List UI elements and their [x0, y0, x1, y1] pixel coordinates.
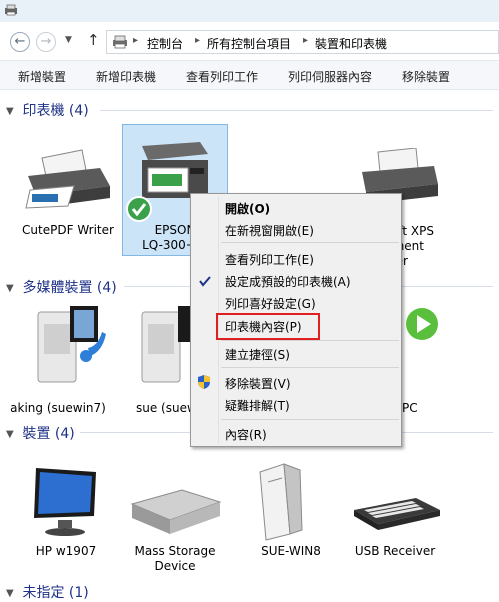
- device-label: PC: [402, 401, 418, 415]
- menu-item-see-print-jobs[interactable]: 查看列印工作(E): [225, 251, 314, 268]
- forward-arrow-icon: →: [40, 34, 52, 49]
- add-printer-button[interactable]: 新增印表機: [96, 68, 156, 85]
- media-player-icon: [406, 308, 438, 340]
- menu-item-troubleshoot[interactable]: 疑難排解(T): [225, 397, 290, 414]
- group-divider: [402, 286, 493, 287]
- device-label: USB Receiver: [354, 544, 436, 558]
- media-server-icon: [141, 306, 192, 383]
- device-label: SUE-WIN8: [261, 544, 321, 558]
- group-divider: [80, 432, 190, 433]
- up-arrow-icon[interactable]: ↑: [87, 31, 100, 49]
- menu-item-open[interactable]: 開啟(O): [225, 200, 270, 217]
- device-label: CutePDF Writer: [22, 223, 114, 237]
- breadcrumb-separator-icon: ▸: [303, 35, 309, 46]
- device-label: sue (suew: [136, 401, 192, 415]
- address-bar[interactable]: ▸ 控制台 ▸ 所有控制台項目 ▸ 裝置和印表機: [106, 30, 499, 54]
- see-print-jobs-button[interactable]: 查看列印工作: [186, 68, 258, 85]
- menu-item-open-new-window[interactable]: 在新視窗開啟(E): [225, 222, 314, 239]
- media-device-aking[interactable]: aking (suewin7): [10, 300, 120, 420]
- group-header-printers[interactable]: ▼ 印表機 (4): [6, 100, 89, 120]
- menu-item-properties[interactable]: 內容(R): [225, 426, 267, 443]
- menu-item-set-default-printer[interactable]: 設定成預設的印表機(A): [225, 273, 351, 290]
- printer-app-icon: [5, 4, 17, 16]
- device-mass-storage[interactable]: Mass Storage Device: [122, 458, 228, 578]
- remove-device-button[interactable]: 移除裝置: [402, 68, 450, 85]
- annotation-highlight-box: [216, 313, 320, 340]
- group-title: 未指定 (1): [22, 585, 89, 601]
- breadcrumb-devices-printers[interactable]: 裝置和印表機: [315, 35, 387, 52]
- collapse-chevron-icon: ▼: [6, 282, 14, 294]
- breadcrumb-all-items[interactable]: 所有控制台項目: [207, 35, 291, 52]
- device-label: Device: [154, 559, 196, 573]
- collapse-chevron-icon: ▼: [6, 587, 14, 599]
- back-arrow-icon: ←: [14, 34, 26, 49]
- media-device-pc[interactable]: PC: [402, 300, 442, 420]
- device-label: aking (suewin7): [10, 401, 106, 415]
- device-sue-win8[interactable]: SUE-WIN8: [238, 458, 344, 562]
- hard-drive-icon: [130, 489, 222, 534]
- group-title: 多媒體裝置 (4): [22, 280, 117, 296]
- breadcrumb-control-panel[interactable]: 控制台: [147, 35, 183, 52]
- device-label: Mass Storage: [134, 544, 216, 558]
- shield-icon: [198, 375, 210, 389]
- printer-cutepdf[interactable]: CutePDF Writer: [16, 130, 120, 240]
- group-title: 印表機 (4): [22, 103, 89, 119]
- breadcrumb-separator-icon: ▸: [195, 35, 201, 46]
- media-server-icon: [37, 306, 106, 383]
- checkmark-icon: [199, 276, 211, 287]
- menu-separator: [221, 367, 399, 368]
- menu-item-remove-device[interactable]: 移除裝置(V): [225, 375, 291, 392]
- group-divider: [402, 432, 493, 433]
- menu-item-printing-preferences[interactable]: 列印喜好設定(G): [225, 295, 316, 312]
- print-server-properties-button[interactable]: 列印伺服器內容: [288, 68, 372, 85]
- menu-separator: [221, 340, 399, 341]
- group-header-multimedia[interactable]: ▼ 多媒體裝置 (4): [6, 277, 117, 297]
- back-button[interactable]: ←: [10, 32, 30, 52]
- forward-button[interactable]: →: [36, 32, 56, 52]
- control-panel-icon: [113, 35, 127, 49]
- printer-icon: [25, 149, 110, 209]
- command-toolbar: 新增裝置 新增印表機 查看列印工作 列印伺服器內容 移除裝置: [0, 60, 499, 90]
- collapse-chevron-icon: ▼: [6, 105, 14, 117]
- menu-separator: [221, 242, 399, 243]
- monitor-icon: [34, 468, 96, 536]
- default-check-icon: [126, 196, 152, 222]
- group-header-unspecified[interactable]: ▼ 未指定 (1): [6, 582, 89, 602]
- add-device-button[interactable]: 新增裝置: [18, 68, 66, 85]
- device-label: HP w1907: [35, 544, 97, 558]
- group-divider: [100, 110, 493, 111]
- address-row: ← → ▼ ↑ ▸ 控制台 ▸ 所有控制台項目 ▸ 裝置和印表機: [0, 22, 499, 60]
- menu-item-create-shortcut[interactable]: 建立捷徑(S): [225, 346, 290, 363]
- recent-pages-chevron-icon[interactable]: ▼: [65, 35, 72, 45]
- device-usb-receiver[interactable]: USB Receiver: [342, 458, 448, 562]
- device-hp-monitor[interactable]: HP w1907: [14, 458, 118, 562]
- title-bar: [0, 0, 499, 22]
- breadcrumb-separator-icon: ▸: [133, 35, 139, 46]
- group-header-devices[interactable]: ▼ 裝置 (4): [6, 423, 75, 443]
- computer-tower-icon: [259, 463, 303, 541]
- keyboard-icon: [354, 498, 440, 530]
- group-title: 裝置 (4): [22, 426, 75, 442]
- collapse-chevron-icon: ▼: [6, 428, 14, 440]
- menu-separator: [221, 419, 399, 420]
- group-divider: [124, 286, 190, 287]
- media-device-sue[interactable]: sue (suew: [130, 300, 192, 420]
